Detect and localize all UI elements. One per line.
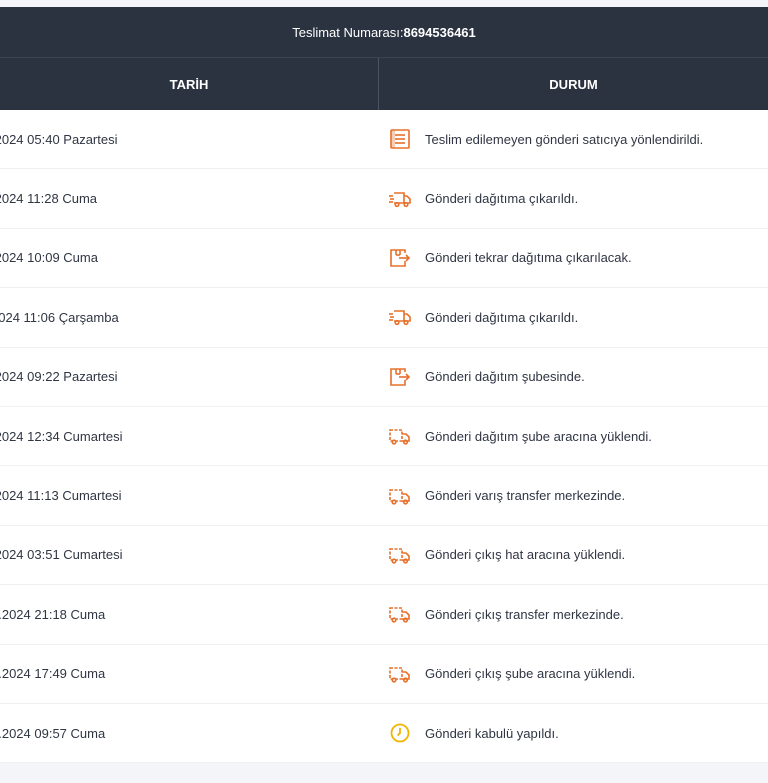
row-status: Teslim edilemeyen gönderi satıcıya yönle… (369, 110, 768, 168)
row-date: .2024 05:40 Pazartesi (0, 131, 118, 147)
row-status-text: Gönderi çıkış transfer merkezinde. (425, 606, 624, 622)
table-row: 9.2024 09:57 Cuma Gönderi kabulü yapıldı. (0, 704, 768, 764)
row-status: Gönderi çıkış transfer merkezinde. (369, 585, 768, 643)
table-row: 9.2024 17:49 Cuma Gönderi çıkış şube arac… (0, 645, 768, 704)
row-date: .2024 11:28 Cuma (0, 191, 97, 207)
row-status-text: Gönderi tekrar dağıtıma çıkarılacak. (425, 250, 632, 266)
clock-icon (388, 721, 412, 745)
row-status: Gönderi kabulü yapıldı. (369, 704, 768, 762)
row-status: Gönderi çıkış hat aracına yüklendi. (369, 526, 768, 584)
row-status-text: Gönderi varış transfer merkezinde. (425, 488, 626, 504)
history-table-body: .2024 05:40 Pazartesi Teslim edilemeyen g… (0, 110, 768, 764)
row-date: .2024 11:13 Cumartesi (0, 488, 122, 504)
table-row: .2024 09:22 Pazartesi Gönderi dağıtım şub… (0, 348, 768, 407)
row-status: Gönderi tekrar dağıtıma çıkarılacak. (369, 229, 768, 287)
column-header-status: DURUM (549, 76, 598, 92)
row-status-text: Gönderi dağıtıma çıkarıldı. (425, 309, 579, 325)
row-status-text: Gönderi dağıtım şubesinde. (425, 369, 585, 385)
row-date: .2024 09:22 Pazartesi (0, 369, 118, 385)
column-header-date: TARİH (0, 58, 379, 110)
table-row: 9.2024 21:18 Cuma Gönderi çıkış transfer … (0, 585, 768, 645)
truck-icon (388, 543, 412, 567)
tracking-number-bar: Teslimat Numarası: 8694536461 (0, 7, 768, 57)
footer-strip (0, 763, 768, 783)
tracking-number: 8694536461 (403, 24, 476, 40)
table-row: .2024 03:51 Cumartesi Gönderi çıkış hat a… (0, 526, 768, 586)
box-arrow-icon (388, 246, 412, 270)
truck-icon (388, 424, 412, 448)
row-date: .2024 12:34 Cumartesi (0, 428, 123, 444)
row-status-text: Gönderi kabulü yapıldı. (425, 725, 559, 741)
row-status-text: Gönderi çıkış hat aracına yüklendi. (425, 547, 626, 563)
table-row: .2024 10:09 Cuma Gönderi tekrar dağıtıma … (0, 229, 768, 289)
box-return-icon (388, 127, 412, 151)
row-status: Gönderi dağıtıma çıkarıldı. (369, 169, 768, 227)
row-status: Gönderi çıkış şube aracına yüklendi. (369, 645, 768, 703)
row-status-text: Teslim edilemeyen gönderi satıcıya yönle… (425, 131, 704, 147)
table-header: TARİH DURUM (0, 57, 768, 110)
row-date: 9.2024 17:49 Cuma (0, 666, 106, 682)
table-row: 2024 11:06 Çarşamba Gönderi dağıtıma çıka… (0, 288, 768, 348)
tracking-panel: Teslimat Numarası: 8694536461 TARİH DURUM… (0, 7, 768, 783)
truck-icon (388, 484, 412, 508)
row-status-text: Gönderi çıkış şube aracına yüklendi. (425, 666, 636, 682)
fast-truck-icon (388, 187, 412, 211)
row-status: Gönderi dağıtıma çıkarıldı. (369, 288, 768, 346)
tracking-label: Teslimat Numarası: (292, 24, 404, 40)
row-date: 2024 11:06 Çarşamba (0, 309, 119, 325)
table-row: .2024 05:40 Pazartesi Teslim edilemeyen g… (0, 110, 768, 170)
truck-icon (388, 602, 412, 626)
row-date: .2024 03:51 Cumartesi (0, 547, 123, 563)
row-date: 9.2024 09:57 Cuma (0, 725, 106, 741)
table-row: .2024 11:13 Cumartesi Gönderi varış trans… (0, 466, 768, 526)
table-row: .2024 12:34 Cumartesi Gönderi dağıtım şub… (0, 407, 768, 467)
row-status: Gönderi varış transfer merkezinde. (369, 466, 768, 524)
row-status: Gönderi dağıtım şube aracına yüklendi. (369, 407, 768, 465)
box-arrow-icon (388, 365, 412, 389)
fast-truck-icon (388, 305, 412, 329)
row-status-text: Gönderi dağıtım şube aracına yüklendi. (425, 428, 652, 444)
truck-icon (388, 662, 412, 686)
row-date: 9.2024 21:18 Cuma (0, 606, 106, 622)
row-status-text: Gönderi dağıtıma çıkarıldı. (425, 191, 579, 207)
row-date: .2024 10:09 Cuma (0, 250, 98, 266)
row-status: Gönderi dağıtım şubesinde. (369, 348, 768, 406)
table-row: .2024 11:28 Cuma Gönderi dağıtıma çıkarıl… (0, 169, 768, 229)
